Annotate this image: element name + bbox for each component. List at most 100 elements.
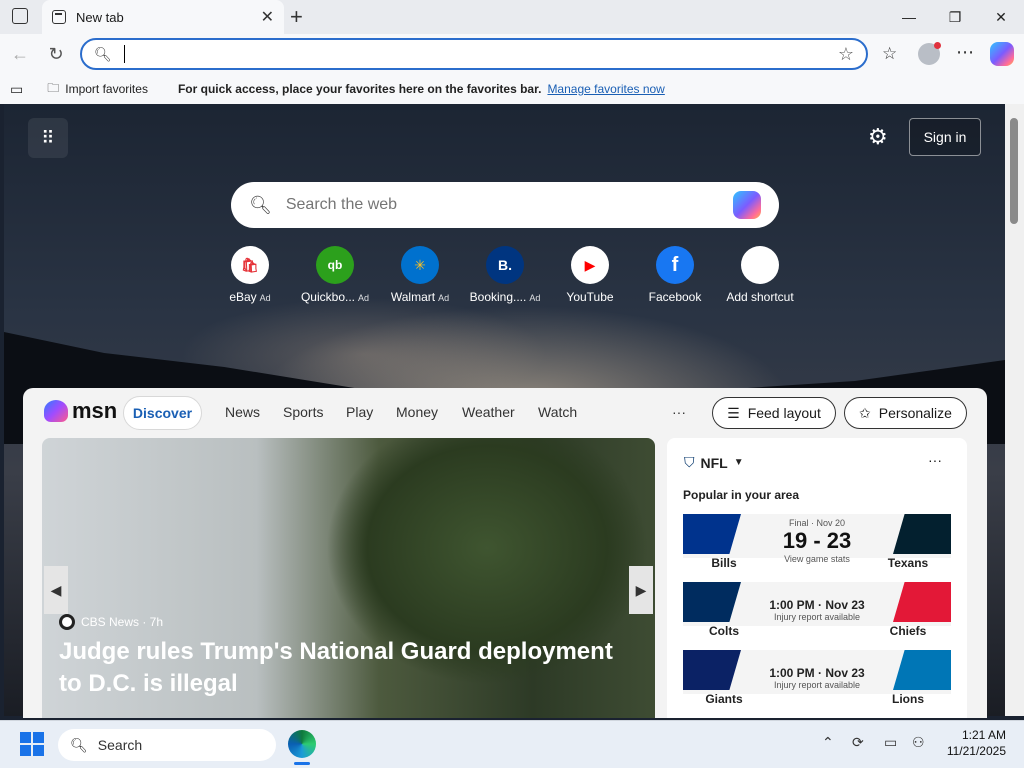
- more-tabs-button[interactable]: ···: [672, 404, 686, 420]
- nfl-subtitle: Popular in your area: [683, 488, 800, 502]
- tab-play[interactable]: Play: [346, 404, 373, 420]
- clock-date: 11/21/2025: [946, 744, 1006, 758]
- colts-logo-icon: [683, 582, 741, 622]
- ad-label: Ad: [529, 293, 541, 303]
- personalize-label: Personalize: [878, 405, 952, 421]
- facebook-icon: f: [656, 246, 694, 284]
- edge-active-indicator: [294, 762, 310, 765]
- tile-ebay[interactable]: 🛍 eBay Ad: [209, 246, 291, 304]
- nfl-header[interactable]: ⛉ NFL ▼: [684, 454, 744, 471]
- sidebar-toggle-icon[interactable]: ▭: [10, 81, 23, 98]
- tab-weather[interactable]: Weather: [462, 404, 515, 420]
- scrollbar-thumb[interactable]: [1010, 118, 1018, 224]
- tab-sports[interactable]: Sports: [283, 404, 323, 420]
- nfl-more-button[interactable]: ···: [928, 452, 942, 468]
- news-headline[interactable]: Judge rules Trump's National Guard deplo…: [59, 636, 639, 700]
- apps-grid-icon[interactable]: ⠿: [28, 118, 68, 158]
- web-search-input[interactable]: [285, 196, 733, 214]
- update-icon[interactable]: ⟳: [852, 734, 864, 751]
- tab-news[interactable]: News: [225, 404, 260, 420]
- close-window-button[interactable]: ✕: [978, 0, 1024, 34]
- close-tab-icon[interactable]: ✕: [261, 7, 274, 27]
- clock-time: 1:21 AM: [961, 728, 1006, 742]
- nfl-shield-icon: ⛉: [684, 454, 695, 470]
- youtube-icon: ▶: [571, 246, 609, 284]
- ad-label: Ad: [358, 293, 370, 303]
- address-input[interactable]: [134, 46, 838, 62]
- quickbooks-icon: qb: [316, 246, 354, 284]
- game-row[interactable]: 1:00 PM · Nov 23 Injury report available: [683, 582, 951, 626]
- msn-logo[interactable]: msn: [44, 398, 117, 424]
- favbar-message: For quick access, place your favorites h…: [177, 82, 542, 96]
- tab-discover[interactable]: Discover: [123, 396, 202, 430]
- tile-label: Walmart: [390, 290, 436, 304]
- copilot-search-icon[interactable]: [733, 191, 761, 219]
- game-note: Injury report available: [773, 680, 861, 690]
- import-favorites-button[interactable]: Import favorites: [65, 82, 148, 96]
- network-icon[interactable]: ⚇: [912, 734, 925, 751]
- search-icon: 🔍︎: [94, 45, 112, 62]
- system-clock[interactable]: 1:21 AM 11/21/2025: [940, 728, 1006, 758]
- carousel-prev-button[interactable]: ◀: [44, 566, 68, 614]
- team-giants: Giants: [705, 692, 743, 706]
- nfl-title: NFL: [700, 454, 728, 471]
- tile-label: YouTube: [566, 290, 614, 304]
- import-icon[interactable]: 🗀: [47, 79, 59, 100]
- profile-status-dot: [934, 42, 941, 49]
- tile-youtube[interactable]: ▶ YouTube: [549, 246, 631, 304]
- new-tab-button[interactable]: +: [290, 4, 303, 30]
- feed-layout-label: Feed layout: [747, 405, 821, 421]
- tab-new-tab[interactable]: New tab ✕: [42, 0, 284, 34]
- tab-money[interactable]: Money: [396, 404, 438, 420]
- minimize-button[interactable]: —: [886, 0, 932, 34]
- favorites-bar: ▭ 🗀 Import favorites For quick access, p…: [0, 74, 1024, 104]
- ad-label: Ad: [438, 293, 450, 303]
- tile-quickbooks[interactable]: qb Quickbo... Ad: [294, 246, 376, 304]
- tile-facebook[interactable]: f Facebook: [634, 246, 716, 304]
- windows-start-icon[interactable]: [20, 732, 44, 756]
- tile-walmart[interactable]: ✳ Walmart Ad: [379, 246, 461, 304]
- sparkle-icon: ✩: [859, 404, 871, 421]
- tile-label: Quickbo...: [300, 290, 355, 304]
- text-caret: [123, 45, 125, 63]
- refresh-icon[interactable]: ↻: [42, 40, 70, 68]
- manage-favorites-link[interactable]: Manage favorites now: [547, 82, 664, 96]
- favorite-star-icon[interactable]: ☆: [838, 44, 854, 65]
- giants-logo-icon: [683, 650, 741, 690]
- game-row[interactable]: 1:00 PM · Nov 23 Injury report available: [683, 650, 951, 694]
- tab-actions-icon[interactable]: [12, 8, 28, 24]
- favorites-icon[interactable]: ☆: [882, 44, 897, 64]
- game-row[interactable]: Final · Nov 20 19 - 23 View game stats: [683, 514, 951, 564]
- tile-booking[interactable]: B. Booking.... Ad: [464, 246, 546, 304]
- add-icon: +: [741, 246, 779, 284]
- tab-watch[interactable]: Watch: [538, 404, 577, 420]
- feed-layout-button[interactable]: ☰ Feed layout: [712, 397, 836, 429]
- taskbar-search[interactable]: 🔍︎ Search: [58, 729, 276, 761]
- sign-in-button[interactable]: Sign in: [909, 118, 981, 156]
- copilot-icon[interactable]: [990, 42, 1014, 66]
- team-colts: Colts: [709, 624, 739, 638]
- taskbar-search-label: Search: [97, 737, 143, 753]
- back-icon[interactable]: ←: [6, 40, 34, 68]
- carousel-next-button[interactable]: ▶: [629, 566, 653, 614]
- display-icon[interactable]: ▭: [884, 734, 897, 751]
- news-source: CBS News · 7h: [59, 614, 163, 630]
- game-time: 1:00 PM · Nov 23: [769, 666, 865, 680]
- chevron-up-icon[interactable]: ⌃: [822, 734, 834, 751]
- team-lions: Lions: [892, 692, 924, 706]
- walmart-icon: ✳: [401, 246, 439, 284]
- ad-label: Ad: [259, 293, 271, 303]
- game-score: 19 - 23: [782, 528, 852, 553]
- more-options-icon[interactable]: ⋯: [956, 42, 974, 63]
- edge-icon[interactable]: [288, 730, 316, 758]
- personalize-button[interactable]: ✩ Personalize: [844, 397, 967, 429]
- page-scrollbar[interactable]: [1005, 104, 1024, 716]
- team-texans: Texans: [887, 556, 929, 570]
- team-chiefs: Chiefs: [889, 624, 927, 638]
- restore-button[interactable]: ❐: [932, 0, 978, 34]
- team-bills: Bills: [711, 556, 737, 570]
- web-search-box[interactable]: 🔍︎: [231, 182, 779, 228]
- tile-add-shortcut[interactable]: + Add shortcut: [719, 246, 801, 304]
- settings-gear-icon[interactable]: ⚙: [868, 124, 888, 150]
- address-bar[interactable]: 🔍︎ ☆: [80, 38, 868, 70]
